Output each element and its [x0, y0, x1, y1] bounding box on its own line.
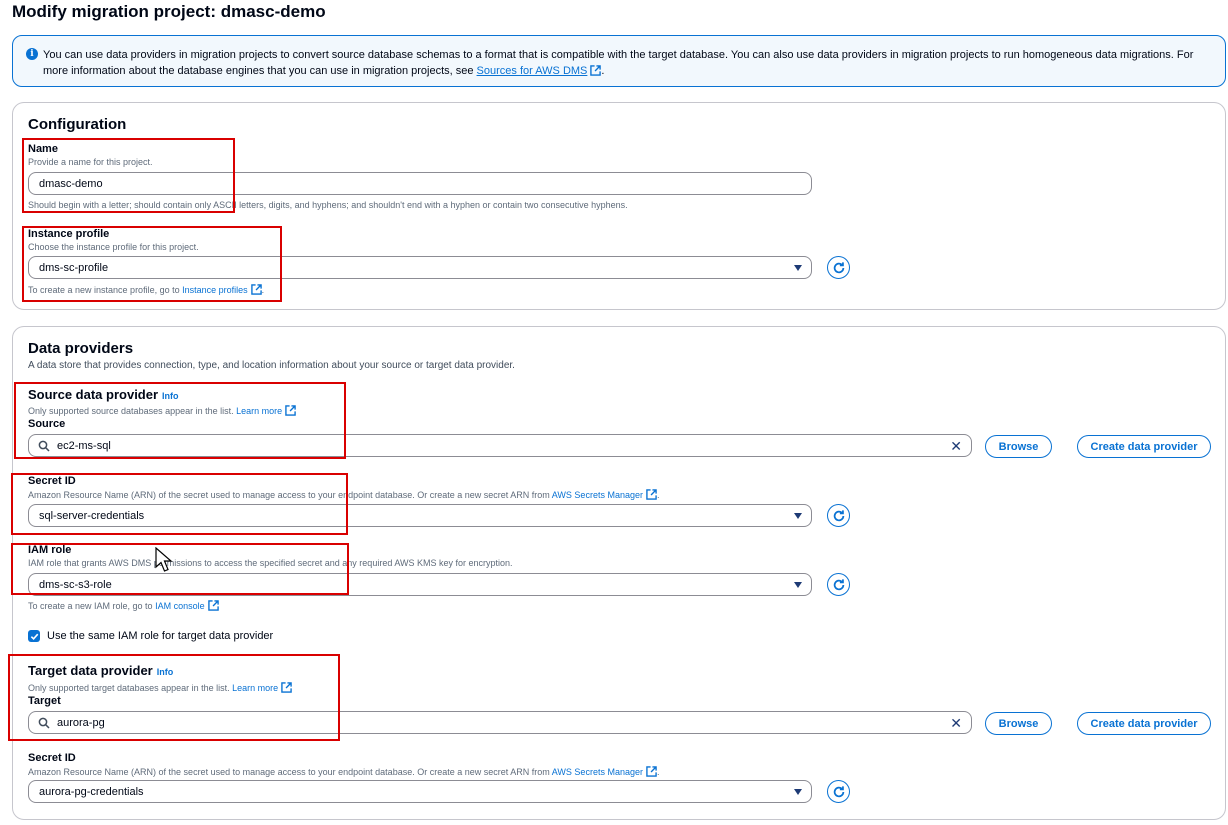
target-create-data-provider-button[interactable]: Create data provider: [1077, 712, 1211, 735]
iam-role-hint-text: To create a new IAM role, go to: [28, 601, 156, 611]
refresh-iam-role-button[interactable]: [827, 573, 850, 596]
source-browse-button[interactable]: Browse: [985, 435, 1052, 458]
info-banner: i You can use data providers in migratio…: [12, 35, 1226, 87]
info-banner-text: You can use data providers in migration …: [43, 47, 1213, 79]
caret-down-icon: [794, 265, 802, 271]
mouse-cursor-icon: [155, 547, 173, 572]
refresh-target-secret-button[interactable]: [827, 780, 850, 803]
highlight-box-instance-profile: [22, 226, 282, 302]
refresh-icon: [833, 261, 844, 273]
refresh-source-secret-button[interactable]: [827, 504, 850, 527]
source-create-data-provider-button[interactable]: Create data provider: [1077, 435, 1211, 458]
info-icon: i: [26, 48, 38, 60]
refresh-icon: [833, 578, 844, 590]
target-secret-description: Amazon Resource Name (ARN) of the secret…: [28, 766, 659, 777]
highlight-box-target-provider: [8, 654, 340, 741]
refresh-icon: [833, 509, 844, 521]
target-browse-button[interactable]: Browse: [985, 712, 1052, 735]
same-iam-role-checkbox[interactable]: [28, 630, 40, 642]
highlight-box-secret-id: [11, 473, 348, 535]
target-secret-id-select[interactable]: aurora-pg-credentials: [28, 780, 812, 803]
data-providers-title: Data providers: [28, 340, 134, 357]
same-iam-role-option[interactable]: Use the same IAM role for target data pr…: [28, 630, 273, 642]
external-link-icon: [590, 65, 602, 76]
configuration-title: Configuration: [28, 116, 127, 133]
target-secret-id-label: Secret ID: [28, 752, 76, 764]
data-providers-description: A data store that provides connection, t…: [28, 360, 515, 371]
clear-icon[interactable]: ✕: [950, 438, 962, 454]
highlight-box-source-provider: [14, 382, 346, 459]
highlight-box-iam-role: [11, 543, 349, 595]
caret-down-icon: [794, 513, 802, 519]
clear-icon[interactable]: ✕: [950, 715, 962, 731]
refresh-icon: [833, 785, 844, 797]
target-secret-description-text: Amazon Resource Name (ARN) of the secret…: [28, 767, 552, 777]
target-secret-id-value: aurora-pg-credentials: [39, 785, 144, 798]
target-secret-description-suffix: .: [656, 767, 660, 777]
caret-down-icon: [794, 582, 802, 588]
source-secrets-manager-link[interactable]: AWS Secrets Manager: [552, 490, 643, 500]
info-text-part2: .: [601, 65, 605, 77]
same-iam-role-label: Use the same IAM role for target data pr…: [47, 630, 274, 642]
iam-role-hint: To create a new IAM role, go to IAM cons…: [28, 600, 219, 611]
target-secrets-manager-link[interactable]: AWS Secrets Manager: [552, 767, 643, 777]
source-secret-description-suffix: .: [656, 490, 660, 500]
refresh-instance-profile-button[interactable]: [827, 256, 850, 279]
iam-console-link[interactable]: IAM console: [155, 601, 205, 611]
info-text-part1: You can use data providers in migration …: [43, 49, 1194, 77]
external-link-icon: [646, 489, 657, 500]
page-title: Modify migration project: dmasc-demo: [12, 2, 326, 21]
external-link-icon: [646, 766, 657, 777]
external-link-icon: [207, 600, 219, 611]
caret-down-icon: [794, 789, 802, 795]
sources-for-aws-dms-link[interactable]: Sources for AWS DMS: [477, 65, 588, 77]
checkmark-icon: [30, 633, 38, 640]
highlight-box-name: [22, 138, 235, 213]
